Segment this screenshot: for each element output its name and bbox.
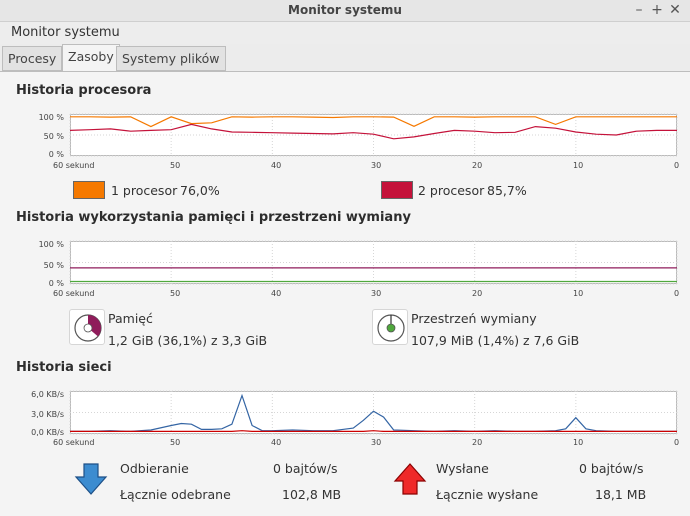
send-total-label: Łącznie wysłane bbox=[436, 487, 539, 502]
close-icon[interactable]: ✕ bbox=[666, 1, 684, 19]
memory-chart bbox=[69, 240, 678, 285]
mem-xtick-20: 20 bbox=[472, 289, 483, 298]
maximize-icon[interactable]: + bbox=[648, 1, 666, 19]
recv-total: 102,8 MB bbox=[282, 487, 342, 502]
cpu-section-title: Historia procesora bbox=[16, 83, 152, 98]
tab-systemy-plikow[interactable]: Systemy plików bbox=[116, 46, 226, 71]
window-titlebar: Monitor systemu – + ✕ bbox=[0, 0, 690, 22]
cpu1-color-button[interactable] bbox=[73, 181, 105, 199]
mem-ytick-0: 0 % bbox=[48, 279, 64, 288]
swap-pie-button[interactable] bbox=[372, 309, 408, 345]
cpu-xtick-10: 10 bbox=[573, 161, 584, 170]
mem-xtick-10: 10 bbox=[573, 289, 584, 298]
net-xtick-0: 0 bbox=[674, 438, 680, 447]
tab-bar: Procesy Zasoby Systemy plików bbox=[0, 44, 690, 72]
swap-pie-icon bbox=[377, 314, 405, 342]
memory-pie-icon bbox=[74, 314, 102, 342]
pie-center bbox=[386, 323, 396, 333]
cpu1-value: 76,0% bbox=[180, 183, 220, 198]
menubar: Monitor systemu bbox=[0, 22, 690, 44]
cpu-xtick-0: 0 bbox=[674, 161, 680, 170]
network-section-title: Historia sieci bbox=[16, 360, 112, 375]
cpu-ytick-50: 50 % bbox=[43, 132, 64, 141]
send-rate: 0 bajtów/s bbox=[579, 461, 644, 476]
cpu2-label: 2 procesor bbox=[418, 183, 485, 198]
minimize-icon[interactable]: – bbox=[630, 1, 648, 19]
swap-label: Przestrzeń wymiany bbox=[411, 311, 537, 326]
cpu-ytick-100: 100 % bbox=[38, 113, 64, 122]
window-title: Monitor systemu bbox=[288, 3, 402, 17]
mem-xtick-30: 30 bbox=[371, 289, 382, 298]
pie-center bbox=[83, 323, 93, 333]
cpu-xtick-50: 50 bbox=[170, 161, 181, 170]
cpu-xtick-30: 30 bbox=[371, 161, 382, 170]
mem-xtick-0: 0 bbox=[674, 289, 680, 298]
series-line-wysłane bbox=[70, 430, 677, 432]
net-xtick-50: 50 bbox=[170, 438, 181, 447]
cpu1-label: 1 procesor bbox=[111, 183, 178, 198]
recv-label: Odbieranie bbox=[120, 461, 189, 476]
net-ytick-3: 3,0 KB/s bbox=[31, 410, 64, 419]
net-xtick-40: 40 bbox=[271, 438, 282, 447]
cpu-ytick-0: 0 % bbox=[48, 150, 64, 159]
upload-arrow-icon[interactable] bbox=[393, 462, 427, 496]
tab-procesy[interactable]: Procesy bbox=[2, 46, 63, 71]
memory-section-title: Historia wykorzystania pamięci i przestr… bbox=[16, 210, 411, 225]
series-line-1-procesor bbox=[70, 116, 677, 128]
mem-xtick-40: 40 bbox=[271, 289, 282, 298]
net-ytick-0: 0,0 KB/s bbox=[31, 428, 64, 437]
net-xtick-10: 10 bbox=[573, 438, 584, 447]
download-arrow-icon[interactable] bbox=[74, 462, 108, 496]
mem-xtick-60: 60 sekund bbox=[53, 289, 95, 298]
cpu-xtick-20: 20 bbox=[472, 161, 483, 170]
cpu2-value: 85,7% bbox=[487, 183, 527, 198]
cpu-chart bbox=[69, 113, 678, 157]
recv-total-label: Łącznie odebrane bbox=[120, 487, 231, 502]
recv-rate: 0 bajtów/s bbox=[273, 461, 338, 476]
mem-ytick-50: 50 % bbox=[43, 261, 64, 270]
net-ytick-6: 6,0 KB/s bbox=[31, 390, 64, 399]
network-chart bbox=[69, 390, 678, 435]
net-xtick-30: 30 bbox=[371, 438, 382, 447]
cpu-xtick-60: 60 sekund bbox=[53, 161, 95, 170]
memory-pie-button[interactable] bbox=[69, 309, 105, 345]
mem-ytick-100: 100 % bbox=[38, 240, 64, 249]
cpu-xtick-40: 40 bbox=[271, 161, 282, 170]
net-xtick-20: 20 bbox=[472, 438, 483, 447]
net-xtick-60: 60 sekund bbox=[53, 438, 95, 447]
mem-xtick-50: 50 bbox=[170, 289, 181, 298]
memory-label: Pamięć bbox=[108, 311, 153, 326]
send-total: 18,1 MB bbox=[595, 487, 647, 502]
send-label: Wysłane bbox=[436, 461, 489, 476]
cpu2-color-button[interactable] bbox=[381, 181, 413, 199]
tab-zasoby[interactable]: Zasoby bbox=[62, 44, 120, 72]
swap-value: 107,9 MiB (1,4%) z 7,6 GiB bbox=[411, 333, 580, 348]
memory-value: 1,2 GiB (36,1%) z 3,3 GiB bbox=[108, 333, 268, 348]
menu-monitor-systemu[interactable]: Monitor systemu bbox=[11, 25, 120, 40]
